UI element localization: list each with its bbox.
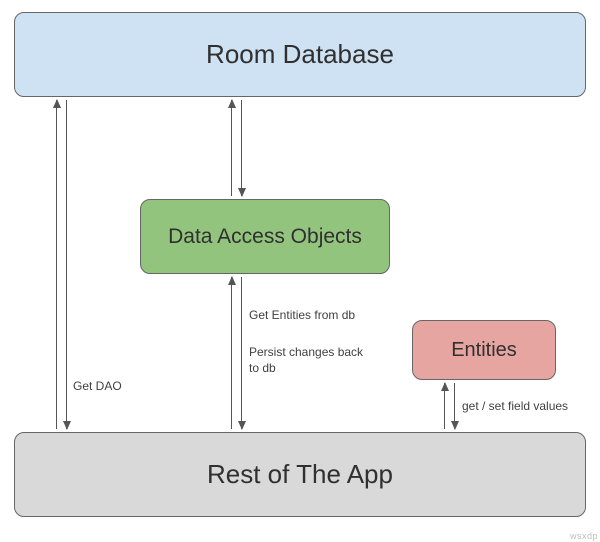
arrow-db-to-dao-up <box>231 100 232 196</box>
arrow-db-to-app-up <box>56 100 57 429</box>
arrow-ent-to-app-up <box>444 383 445 429</box>
rest-of-app-label: Rest of The App <box>207 459 393 490</box>
dao-label: Data Access Objects <box>168 225 362 249</box>
room-database-box: Room Database <box>14 12 586 97</box>
arrow-db-to-dao-down <box>241 100 242 196</box>
room-database-label: Room Database <box>206 39 394 70</box>
arrow-dao-to-app-down <box>241 277 242 429</box>
entities-box: Entities <box>412 320 556 380</box>
label-get-entities: Get Entities from db <box>249 307 355 323</box>
arrow-ent-to-app-down <box>454 383 455 429</box>
rest-of-app-box: Rest of The App <box>14 432 586 517</box>
arrow-db-to-app-down <box>66 100 67 429</box>
label-persist-changes: Persist changes back to db <box>249 344 369 376</box>
watermark-text: wsxdp <box>570 531 598 541</box>
arrow-dao-to-app-up <box>231 277 232 429</box>
label-get-dao: Get DAO <box>73 378 122 394</box>
dao-box: Data Access Objects <box>140 199 390 274</box>
label-field-values: get / set field values <box>462 398 568 414</box>
entities-label: Entities <box>451 339 517 362</box>
